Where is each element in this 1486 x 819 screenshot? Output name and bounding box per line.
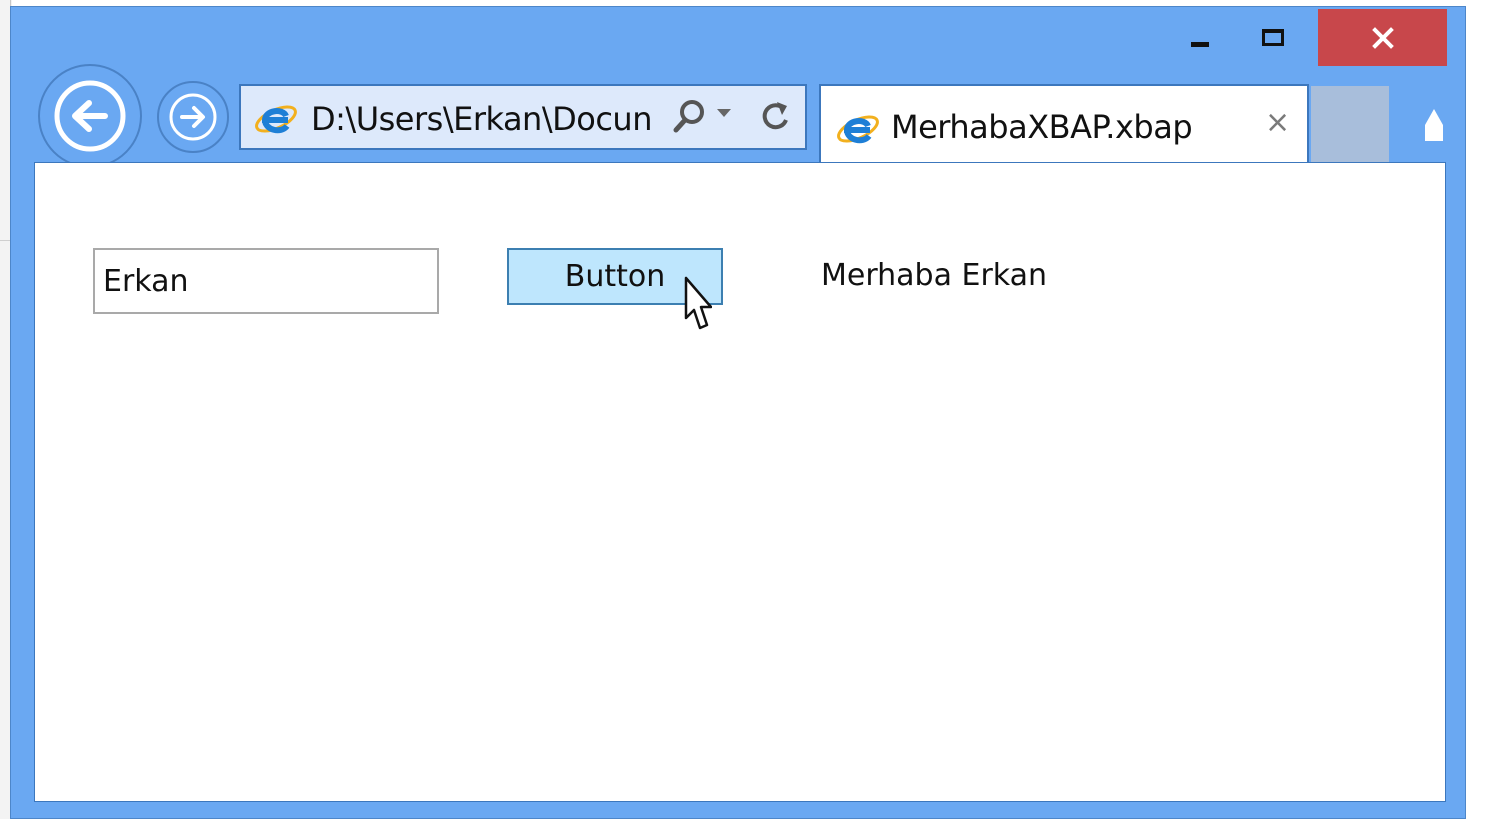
- maximize-button[interactable]: [1248, 9, 1298, 66]
- close-icon: [1371, 26, 1394, 49]
- address-bar[interactable]: D:\Users\Erkan\Docun: [239, 84, 807, 150]
- home-icon[interactable]: [1421, 103, 1447, 143]
- back-button[interactable]: [38, 64, 142, 168]
- refresh-icon[interactable]: [755, 96, 795, 136]
- minimize-button[interactable]: [1175, 9, 1225, 66]
- tab-close-button[interactable]: ×: [1265, 108, 1290, 138]
- address-text[interactable]: D:\Users\Erkan\Docun: [311, 100, 651, 138]
- search-icon[interactable]: [669, 96, 709, 136]
- tab-title: MerhabaXBAP.xbap: [891, 108, 1193, 146]
- ie-logo-icon: [837, 115, 879, 144]
- dropdown-chevron-icon[interactable]: [715, 106, 733, 120]
- forward-arrow-icon: [169, 93, 217, 141]
- back-arrow-icon: [54, 80, 126, 152]
- ie-logo-icon: [255, 105, 297, 134]
- greeting-label: Merhaba Erkan: [821, 258, 1048, 293]
- name-input[interactable]: [93, 248, 439, 314]
- forward-button[interactable]: [157, 81, 229, 153]
- maximize-icon: [1262, 29, 1284, 46]
- minimize-icon: [1191, 42, 1209, 47]
- tab-active[interactable]: MerhabaXBAP.xbap ×: [819, 84, 1309, 164]
- browser-window: D:\Users\Erkan\Docun MerhabaXBAP.xbap × …: [10, 6, 1466, 819]
- new-tab-button[interactable]: [1311, 86, 1389, 162]
- close-window-button[interactable]: [1318, 9, 1447, 66]
- page-content: Button Merhaba Erkan: [34, 162, 1446, 802]
- mouse-cursor-icon: [684, 276, 712, 330]
